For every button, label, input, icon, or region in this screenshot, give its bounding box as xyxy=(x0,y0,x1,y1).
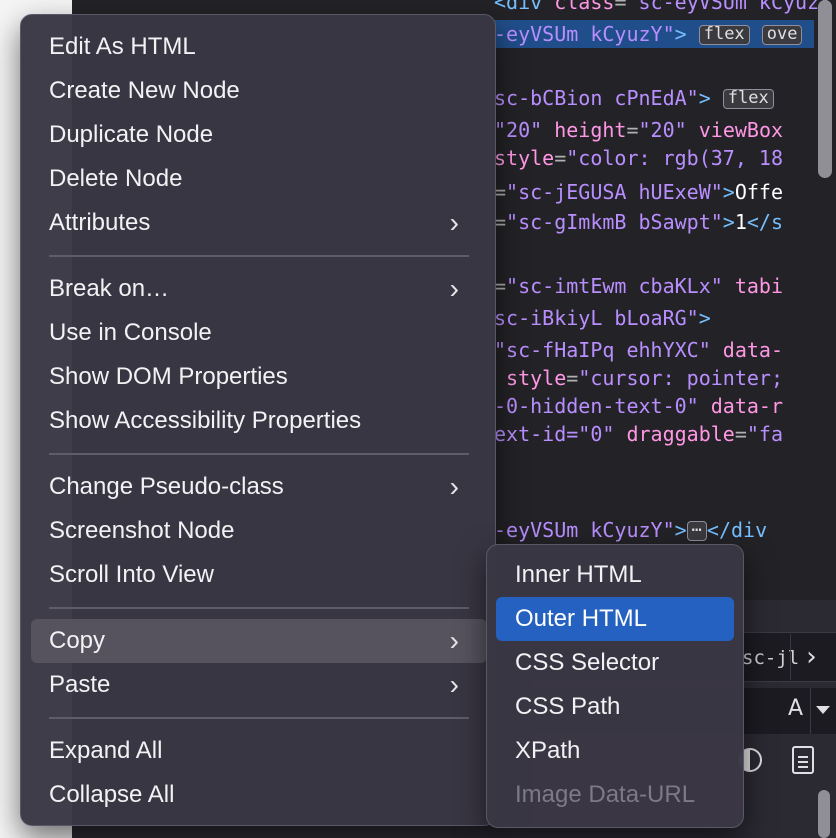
copy-submenu: Inner HTML Outer HTML CSS Selector CSS P… xyxy=(486,544,744,828)
menu-item-show-accessibility-properties[interactable]: Show Accessibility Properties xyxy=(31,399,487,443)
menu-item-create-new-node[interactable]: Create New Node xyxy=(31,69,487,113)
menu-item-label: Collapse All xyxy=(49,781,175,808)
chevron-right-icon: › xyxy=(449,207,459,238)
submenu-item-image-data-url: Image Data-URL xyxy=(496,773,734,817)
menu-separator xyxy=(49,453,469,455)
submenu-item-css-path[interactable]: CSS Path xyxy=(496,685,734,729)
chevron-right-icon: › xyxy=(449,669,459,700)
menu-item-paste[interactable]: Paste › xyxy=(31,663,487,707)
menu-item-change-pseudo-class[interactable]: Change Pseudo-class › xyxy=(31,465,487,509)
menu-item-label: Show Accessibility Properties xyxy=(49,407,362,434)
markup-line[interactable]: sc-iBkiyL bLoaRG"> xyxy=(494,304,836,332)
menu-item-label: Delete Node xyxy=(49,165,183,192)
menu-item-expand-all[interactable]: Expand All xyxy=(31,729,487,773)
markup-scrollbar[interactable] xyxy=(818,0,832,178)
menu-item-attributes[interactable]: Attributes › xyxy=(31,201,487,245)
menu-item-delete-node[interactable]: Delete Node xyxy=(31,157,487,201)
markup-line[interactable] xyxy=(494,240,836,268)
toolbar-divider xyxy=(810,688,811,734)
menu-item-label: Create New Node xyxy=(49,77,240,104)
markup-line[interactable]: ="sc-imtEwm cbaKLx" tabi xyxy=(494,272,836,300)
markup-line[interactable]: ="sc-jEGUSA hUExeW">Offe xyxy=(494,178,836,206)
markup-line[interactable]: <div class="sc-eyVSUm kCyuzY"> xyxy=(494,0,836,16)
menu-item-label: Paste xyxy=(49,671,111,698)
markup-line[interactable]: "sc-fHaIPq ehhYXC" data- xyxy=(494,336,836,364)
menu-item-label: Screenshot Node xyxy=(49,517,235,544)
markup-line[interactable]: -0-hidden-text-0" data-r xyxy=(494,392,836,420)
markup-line[interactable]: style="cursor: pointer; xyxy=(494,364,836,392)
menu-separator xyxy=(49,717,469,719)
submenu-item-label: Outer HTML xyxy=(515,605,648,632)
menu-item-label: Edit As HTML xyxy=(49,33,196,60)
submenu-item-css-selector[interactable]: CSS Selector xyxy=(496,641,734,685)
menu-item-label: Break on… xyxy=(49,275,170,302)
font-size-label[interactable]: A xyxy=(788,696,803,721)
markup-line[interactable]: ext-id="0" draggable="fa xyxy=(494,420,836,448)
menu-item-label: Show DOM Properties xyxy=(49,363,288,390)
markup-line[interactable]: ="sc-gImkmB bSawpt">1</s xyxy=(494,208,836,236)
markup-line[interactable]: sc-bCBion cPnEdA"> flex xyxy=(494,84,836,112)
menu-item-duplicate-node[interactable]: Duplicate Node xyxy=(31,113,487,157)
menu-item-label: Attributes xyxy=(49,209,151,236)
markup-line[interactable] xyxy=(494,48,836,76)
menu-item-copy[interactable]: Copy › xyxy=(31,619,487,663)
submenu-item-label: XPath xyxy=(515,737,581,764)
chevron-right-icon[interactable]: › xyxy=(790,634,832,680)
document-icon[interactable] xyxy=(792,746,814,774)
chevron-right-icon: › xyxy=(449,625,459,656)
triangle-down-icon[interactable] xyxy=(816,706,830,714)
markup-line[interactable]: -eyVSUm kCyuzY"> ⋯ </div xyxy=(494,516,836,544)
menu-item-label: Duplicate Node xyxy=(49,121,214,148)
menu-item-label: Copy xyxy=(49,627,106,654)
chevron-right-icon: › xyxy=(449,471,459,502)
submenu-item-inner-html[interactable]: Inner HTML xyxy=(496,553,734,597)
chevron-right-icon: › xyxy=(449,273,459,304)
menu-item-use-in-console[interactable]: Use in Console xyxy=(31,311,487,355)
markup-line[interactable]: -eyVSUm kCyuzY"> flex ove xyxy=(494,20,836,48)
menu-item-screenshot-node[interactable]: Screenshot Node xyxy=(31,509,487,553)
submenu-item-label: Inner HTML xyxy=(515,561,642,588)
menu-item-collapse-all[interactable]: Collapse All xyxy=(31,773,487,817)
menu-item-break-on[interactable]: Break on… › xyxy=(31,267,487,311)
submenu-item-xpath[interactable]: XPath xyxy=(496,729,734,773)
menu-item-label: Scroll Into View xyxy=(49,561,214,588)
submenu-item-outer-html[interactable]: Outer HTML xyxy=(496,597,734,641)
submenu-item-label: CSS Path xyxy=(515,693,621,720)
submenu-item-label: CSS Selector xyxy=(515,649,660,676)
menu-separator xyxy=(49,255,469,257)
menu-item-label: Expand All xyxy=(49,737,163,764)
menu-item-show-dom-properties[interactable]: Show DOM Properties xyxy=(31,355,487,399)
menu-item-scroll-into-view[interactable]: Scroll Into View xyxy=(31,553,487,597)
menu-item-edit-as-html[interactable]: Edit As HTML xyxy=(31,25,487,69)
menu-separator xyxy=(49,607,469,609)
menu-item-label: Use in Console xyxy=(49,319,212,346)
markup-line[interactable]: "20" height="20" viewBox xyxy=(494,116,836,144)
menu-item-label: Change Pseudo-class xyxy=(49,473,284,500)
rules-scrollbar[interactable] xyxy=(818,790,830,838)
markup-line[interactable]: style="color: rgb(37, 18 xyxy=(494,144,836,172)
submenu-item-label: Image Data-URL xyxy=(515,781,696,808)
context-menu: Edit As HTML Create New Node Duplicate N… xyxy=(20,14,496,826)
